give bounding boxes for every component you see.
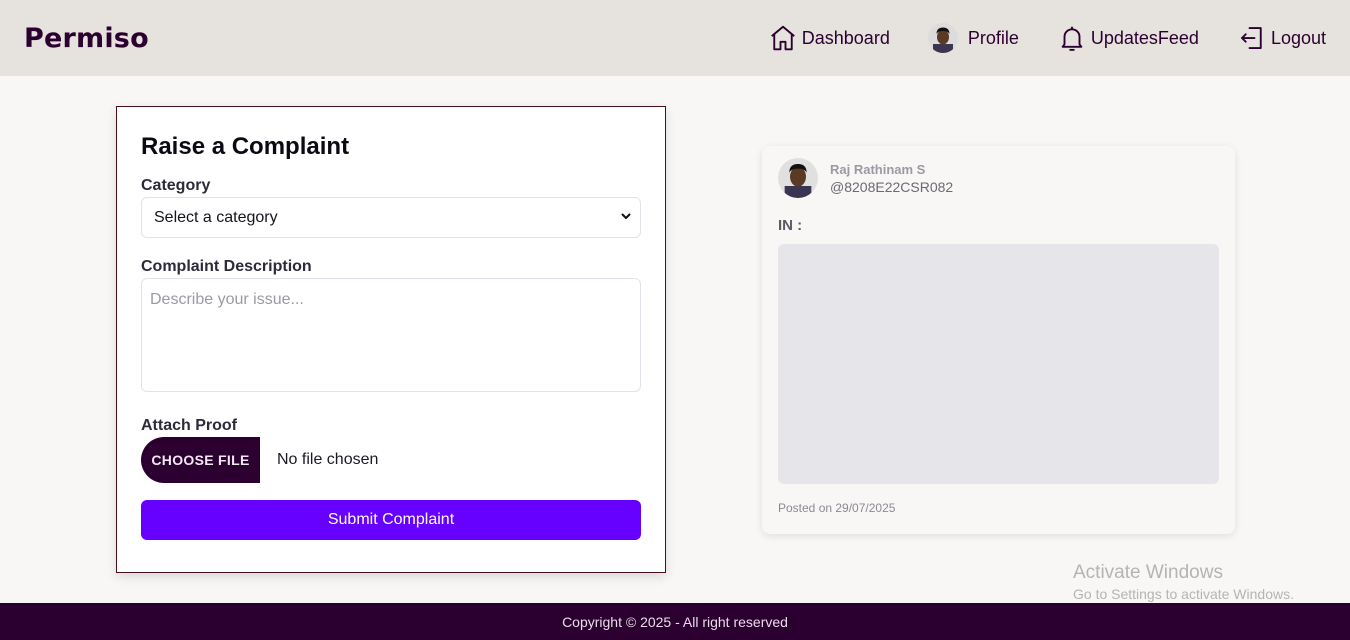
file-input: CHOOSE FILE No file chosen xyxy=(141,437,641,483)
nav-dashboard-label: Dashboard xyxy=(801,27,890,48)
nav-menu: Dashboard Profile UpdatesFeed Logout xyxy=(768,0,1326,76)
post-user-info: Raj Rathinam S @8208E22CSR082 xyxy=(830,162,953,195)
nav-logout-label: Logout xyxy=(1270,27,1326,48)
top-navbar: Permiso Dashboard Profile UpdatesFeed Lo… xyxy=(0,0,1350,76)
post-card: Raj Rathinam S @8208E22CSR082 IN : Poste… xyxy=(762,146,1235,534)
home-icon xyxy=(768,23,798,53)
description-textarea[interactable]: Describe your issue... xyxy=(141,278,641,392)
category-select[interactable]: Select a category xyxy=(141,197,641,238)
copyright-text: Copyright © 2025 - All right reserved xyxy=(562,613,788,630)
post-header: Raj Rathinam S @8208E22CSR082 xyxy=(778,158,1219,198)
post-type-label: IN : xyxy=(778,217,803,234)
form-title: Raise a Complaint xyxy=(141,133,350,160)
nav-profile[interactable]: Profile xyxy=(927,23,1019,53)
description-placeholder: Describe your issue... xyxy=(150,291,304,308)
watermark-title: Activate Windows xyxy=(1073,562,1223,583)
nav-logout[interactable]: Logout xyxy=(1237,23,1326,53)
post-user-handle: @8208E22CSR082 xyxy=(830,178,954,195)
description-label: Complaint Description xyxy=(141,258,312,275)
category-select-value: Select a category xyxy=(154,208,278,226)
footer: Copyright © 2025 - All right reserved xyxy=(0,603,1350,640)
chevron-down-icon xyxy=(620,209,632,227)
complaint-form-card: Raise a Complaint Category Select a cate… xyxy=(116,106,666,573)
file-status-text: No file chosen xyxy=(277,451,379,468)
post-user-name: Raj Rathinam S xyxy=(830,161,926,177)
nav-updates-feed[interactable]: UpdatesFeed xyxy=(1057,23,1199,53)
category-label: Category xyxy=(141,177,211,194)
post-avatar xyxy=(778,158,818,198)
profile-avatar xyxy=(927,23,958,53)
attach-proof-label: Attach Proof xyxy=(141,417,237,434)
logout-icon xyxy=(1237,23,1267,53)
nav-updates-feed-label: UpdatesFeed xyxy=(1090,27,1199,48)
choose-file-button[interactable]: CHOOSE FILE xyxy=(141,437,260,483)
bell-icon xyxy=(1057,23,1087,53)
submit-complaint-button[interactable]: Submit Complaint xyxy=(141,500,641,540)
brand-logo[interactable]: Permiso xyxy=(24,23,149,54)
activate-windows-watermark: Activate Windows Go to Settings to activ… xyxy=(1073,562,1294,602)
nav-profile-label: Profile xyxy=(967,27,1019,48)
nav-dashboard[interactable]: Dashboard xyxy=(768,23,890,53)
watermark-subtitle: Go to Settings to activate Windows. xyxy=(1073,586,1294,602)
post-media-placeholder xyxy=(778,244,1219,484)
post-date: Posted on 29/07/2025 xyxy=(778,501,896,515)
